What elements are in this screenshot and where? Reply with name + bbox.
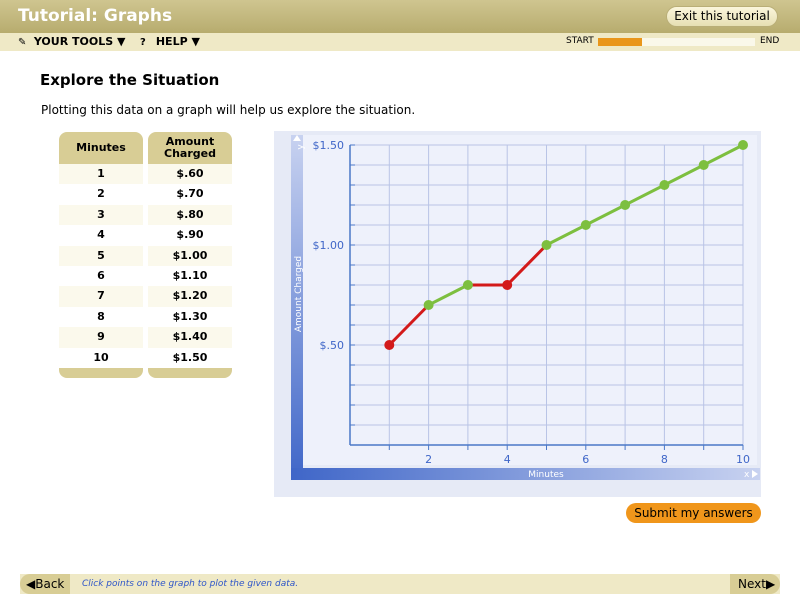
progress-fill — [598, 38, 642, 46]
x-axis-bar — [291, 468, 760, 480]
x-tick-label: 2 — [425, 453, 432, 466]
data-point[interactable] — [659, 180, 670, 190]
help-label: HELP — [155, 35, 188, 48]
table-cell: $.80 — [148, 204, 232, 226]
exit-tutorial-button[interactable]: Exit this tutorial — [666, 6, 778, 27]
your-tools-menu[interactable]: ✎ YOUR TOOLS ▼ — [18, 35, 125, 48]
submit-answers-button[interactable]: Submit my answers — [626, 503, 761, 523]
help-menu[interactable]: ? HELP ▼ — [140, 35, 200, 48]
table-cell: $1.40 — [148, 327, 232, 348]
toolbar: ✎ YOUR TOOLS ▼ ? HELP ▼ START END — [0, 33, 800, 51]
table-footer — [59, 367, 143, 378]
triangle-left-icon: ◀ — [26, 577, 36, 591]
table-cell: 8 — [59, 306, 143, 328]
graph[interactable]: 2 4 6 8 10 $.50 $1.00 $1.50 Minutes Amount Charge… — [274, 131, 761, 497]
data-point[interactable] — [423, 300, 434, 310]
table-cell: 5 — [59, 245, 143, 266]
amount-column: Amount Charged $.60 $.70 $.80 $.90 $1.00 $1.1… — [148, 132, 232, 378]
minutes-header: Minutes — [59, 132, 143, 164]
your-tools-label: YOUR TOOLS — [33, 35, 114, 48]
intro-text: Plotting this data on a graph will help … — [41, 103, 416, 117]
table-cell: 9 — [59, 327, 143, 348]
table-cell: $1.10 — [148, 265, 232, 287]
table-cell: $1.00 — [148, 245, 232, 266]
next-label: Next — [738, 577, 766, 591]
y-tick-label: $1.50 — [313, 139, 345, 152]
footer-bar: ◀Back Click points on the graph to plot … — [20, 574, 780, 594]
chevron-down-icon: ▼ — [116, 35, 126, 48]
table-cell: 2 — [59, 184, 143, 205]
amount-header: Amount Charged — [148, 132, 232, 164]
data-point[interactable] — [580, 220, 591, 230]
table-cell: $.60 — [148, 164, 232, 185]
app-title: Tutorial: Graphs — [18, 6, 173, 26]
data-point[interactable] — [502, 280, 513, 290]
progress-end-label: END — [760, 36, 780, 46]
progress-start-label: START — [566, 36, 594, 46]
wrench-icon: ✎ — [18, 37, 27, 48]
minutes-column: Minutes 1 2 3 4 5 6 7 8 9 10 — [59, 132, 143, 378]
data-point[interactable] — [620, 200, 631, 210]
question-icon: ? — [140, 37, 146, 48]
data-point[interactable] — [541, 240, 552, 250]
back-button[interactable]: ◀Back — [20, 574, 70, 594]
triangle-right-icon: ▶ — [765, 577, 776, 591]
data-point[interactable] — [738, 140, 748, 150]
x-tick-label: 8 — [661, 453, 668, 466]
data-point[interactable] — [384, 340, 395, 350]
table-cell: 7 — [59, 286, 143, 307]
table-cell: $1.20 — [148, 286, 232, 307]
title-bar: Tutorial: Graphs Exit this tutorial — [0, 0, 800, 33]
x-tick-label: 10 — [736, 453, 750, 466]
table-cell: $.70 — [148, 184, 232, 205]
y-axis-label: Amount Charged — [294, 256, 304, 332]
next-button[interactable]: Next▶ — [730, 574, 780, 594]
amount-header-line2: Charged — [164, 147, 216, 160]
table-cell: 10 — [59, 347, 143, 368]
table-cell: $.90 — [148, 225, 232, 246]
table-cell: $1.30 — [148, 306, 232, 328]
back-label: Back — [35, 577, 65, 591]
table-cell: 3 — [59, 204, 143, 226]
page-title: Explore the Situation — [40, 71, 220, 89]
y-axis-letter: y — [296, 144, 306, 150]
table-cell: 4 — [59, 225, 143, 246]
hint-text: Click points on the graph to plot the gi… — [82, 579, 299, 589]
table-footer — [148, 367, 232, 378]
table-cell: 1 — [59, 164, 143, 185]
data-point[interactable] — [698, 160, 709, 170]
x-tick-label: 4 — [504, 453, 511, 466]
x-axis-label: Minutes — [528, 470, 564, 480]
chevron-down-icon: ▼ — [191, 35, 200, 48]
progress-bar — [598, 38, 755, 46]
table-cell: 6 — [59, 265, 143, 287]
y-tick-label: $1.00 — [313, 239, 345, 252]
data-point[interactable] — [462, 280, 473, 290]
y-tick-label: $.50 — [320, 339, 345, 352]
table-cell: $1.50 — [148, 347, 232, 368]
x-tick-label: 6 — [582, 453, 589, 466]
x-axis-letter: x — [744, 470, 750, 480]
